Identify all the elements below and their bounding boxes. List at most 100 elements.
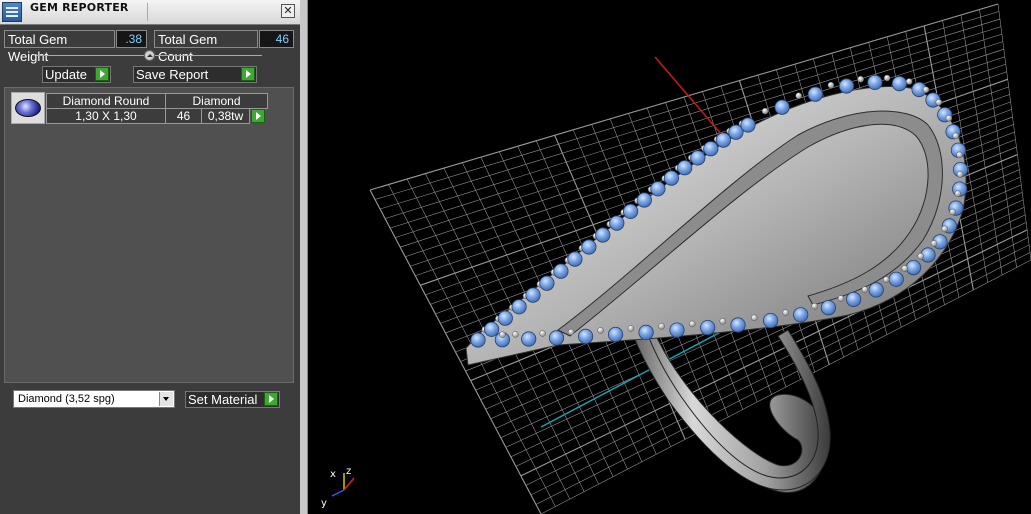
save-report-button[interactable]: Save Report [133, 66, 257, 83]
prong-bead [935, 99, 943, 106]
round-diamond-icon [15, 99, 41, 117]
gem-reporter-panel: GEM REPORTER ✕ Total Gem Weight .38 Tota… [0, 0, 300, 514]
pave-gem [497, 310, 513, 326]
pave-gem [521, 331, 537, 347]
pave-gem [715, 132, 731, 148]
prong-bead [658, 323, 665, 330]
panel-splitter[interactable] [300, 0, 308, 514]
prong-bead [857, 75, 864, 83]
3d-scene[interactable]: x z y [308, 0, 1031, 514]
gem-count-cell: 46 [165, 108, 202, 124]
pave-gem [740, 117, 756, 133]
pave-gem [891, 76, 908, 92]
pave-gem [663, 170, 679, 186]
prong-bead [827, 81, 835, 89]
update-button[interactable]: Update [42, 66, 111, 83]
axis-label-y: y [321, 498, 327, 509]
prong-bead [956, 171, 964, 178]
prong-bead [945, 114, 953, 122]
prong-bead [883, 74, 891, 82]
prong-bead [930, 240, 938, 247]
prong-bead [917, 253, 924, 260]
panel-slider-handle[interactable] [144, 50, 155, 61]
save-report-button-label: Save Report [136, 67, 209, 82]
pave-gem [703, 141, 719, 157]
pave-gem [638, 324, 654, 340]
pave-gem [730, 317, 746, 333]
gem-size-cell: 1,30 X 1,30 [46, 108, 166, 124]
gem-material-header: Diamond [165, 93, 268, 109]
pave-gem [567, 251, 583, 267]
pave-gem [762, 312, 779, 329]
3d-viewport[interactable]: x z y [308, 0, 1031, 514]
pave-gem [525, 287, 541, 303]
prong-bead [837, 295, 845, 302]
material-select[interactable]: Diamond (3,52 spg) [13, 390, 175, 408]
prong-bead [922, 86, 930, 93]
gem-row-arrow-button[interactable] [251, 109, 265, 123]
axis-gizmo: x z y [321, 466, 355, 509]
material-select-value: Diamond (3,52 spg) [18, 393, 115, 405]
update-button-label: Update [45, 67, 87, 82]
total-gem-count-label: Total Gem Count [154, 30, 258, 64]
prong-bead [751, 314, 758, 322]
pave-gem [577, 328, 594, 344]
pave-gem [888, 271, 904, 287]
title-separator [147, 3, 148, 21]
prong-bead [952, 132, 959, 140]
prong-bead [761, 107, 769, 115]
pave-gem [793, 307, 809, 323]
prong-bead [597, 327, 604, 334]
set-material-button[interactable]: Set Material [185, 391, 280, 408]
gem-reporter-app-icon [2, 2, 22, 22]
grid-line [979, 9, 1017, 268]
prong-bead [861, 286, 869, 293]
axis-label-z: z [346, 466, 351, 477]
pave-gem [677, 160, 693, 176]
pave-gem [636, 192, 652, 208]
pave-gem [548, 330, 565, 346]
pave-gem [622, 203, 639, 219]
pave-gem [807, 86, 823, 102]
total-gem-weight-value: .38 [116, 30, 147, 48]
prong-bead [905, 78, 913, 85]
prong-bead [956, 151, 963, 159]
pave-gem [690, 150, 706, 166]
pave-gem [650, 181, 666, 197]
pave-gem [609, 215, 625, 231]
pave-gem [905, 259, 922, 276]
prong-bead [882, 276, 890, 283]
pave-gem [595, 227, 611, 243]
grid-line [997, 3, 1031, 261]
grid-line [960, 14, 1003, 275]
pave-gem [774, 99, 790, 115]
gem-row-thumbnail[interactable] [11, 92, 45, 124]
prong-bead [689, 320, 696, 328]
set-material-arrow-icon [264, 392, 278, 406]
prong-bead [954, 190, 962, 197]
pave-gem [511, 299, 527, 315]
prong-bead [901, 265, 909, 272]
prong-bead [941, 225, 948, 233]
prong-bead [782, 309, 789, 316]
prong-bead [539, 330, 546, 337]
save-report-arrow-icon [241, 67, 255, 81]
pave-gem [553, 263, 569, 279]
pave-gem [484, 321, 500, 337]
pave-gem [607, 326, 624, 343]
prong-bead [949, 208, 956, 216]
window-title: GEM REPORTER [30, 1, 129, 14]
title-bar: GEM REPORTER ✕ [0, 0, 300, 25]
pave-gem [700, 319, 716, 336]
gem-shape-header: Diamond Round [46, 93, 166, 109]
close-button[interactable]: ✕ [281, 4, 295, 18]
prong-bead [811, 302, 818, 310]
pave-gem [845, 291, 862, 307]
gem-weight-cell: 0,38tw [201, 108, 250, 124]
prong-bead [512, 331, 519, 338]
chevron-down-icon[interactable] [159, 392, 173, 406]
pave-gem [539, 275, 555, 291]
total-gem-weight-label: Total Gem Weight [4, 30, 115, 64]
pave-gem [867, 74, 883, 91]
pave-gem [868, 282, 884, 298]
